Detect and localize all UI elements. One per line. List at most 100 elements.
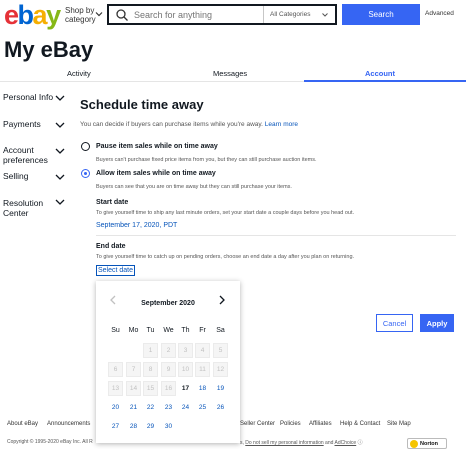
chevron-right-icon[interactable]: [218, 295, 226, 305]
end-date-heading: End date: [96, 243, 126, 250]
start-date-desc: To give yourself time to ship any last m…: [96, 210, 355, 216]
divider: [96, 235, 456, 236]
norton-check-icon: [410, 440, 418, 448]
advanced-search-link[interactable]: Advanced: [425, 10, 454, 17]
calendar-day: 12: [213, 362, 228, 377]
calendar-day: 13: [108, 381, 123, 396]
calendar-day[interactable]: 23: [161, 400, 176, 415]
sidebar-item-resolution-center[interactable]: Resolution Center: [3, 198, 43, 218]
calendar-day[interactable]: 29: [143, 419, 158, 434]
norton-badge[interactable]: Norton: [407, 438, 447, 449]
calendar-day[interactable]: 30: [161, 419, 176, 434]
search-icon: [116, 8, 128, 21]
page-title: My eBay: [4, 37, 94, 62]
section-heading: Schedule time away: [80, 97, 204, 112]
calendar-day: 8: [143, 362, 158, 377]
shop-by-line1: Shop by: [65, 6, 95, 15]
calendar-day: 11: [195, 362, 210, 377]
footer-policies[interactable]: Policies: [280, 421, 301, 427]
sidebar-item-personal-info[interactable]: Personal Info: [3, 92, 53, 102]
legal-and: and: [325, 440, 334, 446]
calendar-day: 2: [161, 343, 176, 358]
calendar-day: 14: [126, 381, 141, 396]
cancel-button[interactable]: Cancel: [376, 314, 413, 332]
ebay-logo[interactable]: ebay: [4, 2, 61, 29]
calendar-day: 3: [178, 343, 193, 358]
start-date-value[interactable]: September 17, 2020, PDT: [96, 222, 177, 229]
calendar-day[interactable]: 18: [195, 381, 210, 396]
sidebar-item-selling[interactable]: Selling: [3, 171, 29, 181]
chevron-down-icon[interactable]: [55, 199, 65, 205]
intro-text: You can decide if buyers can purchase it…: [80, 121, 298, 128]
end-date-desc: To give yourself time to catch up on pen…: [96, 254, 355, 260]
learn-more-link[interactable]: Learn more: [265, 121, 298, 128]
calendar-day[interactable]: 21: [126, 400, 141, 415]
footer-about[interactable]: About eBay: [7, 421, 38, 427]
apply-button[interactable]: Apply: [420, 314, 454, 332]
calendar-day: 16: [161, 381, 176, 396]
allow-sales-label: Allow item sales while on time away: [96, 170, 216, 177]
footer-sitemap[interactable]: Site Map: [387, 421, 411, 427]
calendar-day[interactable]: 20: [108, 400, 123, 415]
chevron-down-icon[interactable]: [55, 148, 65, 154]
weekday-label: Su: [111, 327, 120, 334]
sidebar-label: Resolution: [3, 198, 44, 208]
shop-by-category[interactable]: Shop by category: [65, 6, 96, 24]
radio-pause-sales[interactable]: [81, 142, 90, 151]
pause-sales-label: Pause item sales while on time away: [96, 143, 218, 150]
shop-by-line2: category: [65, 15, 96, 24]
search-bar: All Categories: [107, 4, 337, 25]
footer-affiliates[interactable]: Affiliates: [309, 421, 332, 427]
calendar-day[interactable]: 28: [126, 419, 141, 434]
adchoice-icon: ⓘ: [357, 440, 363, 446]
legal-links: s, Do not sell my personal information a…: [240, 439, 363, 446]
chevron-down-icon: [322, 13, 328, 17]
copyright-text: Copyright © 1995-2020 eBay Inc. All R: [7, 439, 93, 445]
tab-activity[interactable]: Activity: [67, 69, 91, 78]
tab-account[interactable]: Account: [365, 69, 395, 78]
allow-sales-desc: Buyers can see that you are on time away…: [96, 184, 292, 190]
search-input[interactable]: [134, 9, 274, 20]
sidebar-item-account-preferences[interactable]: Account preferences: [3, 145, 48, 165]
weekday-label: Th: [181, 327, 190, 334]
calendar-day[interactable]: 24: [178, 400, 193, 415]
chevron-down-icon[interactable]: [55, 174, 65, 180]
footer-help[interactable]: Help & Contact: [340, 421, 380, 427]
norton-label: Norton: [420, 440, 439, 447]
weekday-label: We: [163, 327, 174, 334]
calendar-day: 7: [126, 362, 141, 377]
pause-sales-desc: Buyers can't purchase fixed price items …: [96, 157, 317, 163]
start-date-heading: Start date: [96, 199, 129, 206]
active-tab-indicator: [304, 80, 466, 82]
adchoice-link[interactable]: AdChoice: [335, 440, 357, 446]
calendar-day: 10: [178, 362, 193, 377]
calendar-day[interactable]: 19: [213, 381, 228, 396]
calendar-day[interactable]: 22: [143, 400, 158, 415]
sidebar-label: Center: [3, 208, 29, 218]
calendar-day: 15: [143, 381, 158, 396]
calendar-day[interactable]: 17: [178, 381, 193, 396]
chevron-down-icon[interactable]: [95, 10, 103, 18]
select-date-button[interactable]: Select date: [96, 265, 136, 276]
intro-copy: You can decide if buyers can purchase it…: [80, 121, 263, 128]
do-not-sell-link[interactable]: Do not sell my personal information: [245, 440, 323, 446]
weekday-label: Sa: [216, 327, 225, 334]
footer-announcements[interactable]: Announcements: [47, 421, 90, 427]
calendar-day[interactable]: 25: [195, 400, 210, 415]
footer-seller-center[interactable]: Seller Center: [240, 421, 275, 427]
category-select[interactable]: All Categories: [263, 6, 335, 23]
calendar-day: 6: [108, 362, 123, 377]
weekday-label: Mo: [128, 327, 139, 334]
calendar-day[interactable]: 27: [108, 419, 123, 434]
calendar-day: 1: [143, 343, 158, 358]
weekday-label: Tu: [146, 327, 155, 334]
sidebar-item-payments[interactable]: Payments: [3, 119, 41, 129]
tab-messages[interactable]: Messages: [213, 69, 247, 78]
sidebar-label: Account: [3, 145, 34, 155]
weekday-label: Fr: [199, 327, 206, 334]
calendar-day[interactable]: 26: [213, 400, 228, 415]
chevron-down-icon[interactable]: [55, 95, 65, 101]
radio-allow-sales[interactable]: [81, 169, 90, 178]
chevron-down-icon[interactable]: [55, 122, 65, 128]
search-button[interactable]: Search: [342, 4, 420, 25]
